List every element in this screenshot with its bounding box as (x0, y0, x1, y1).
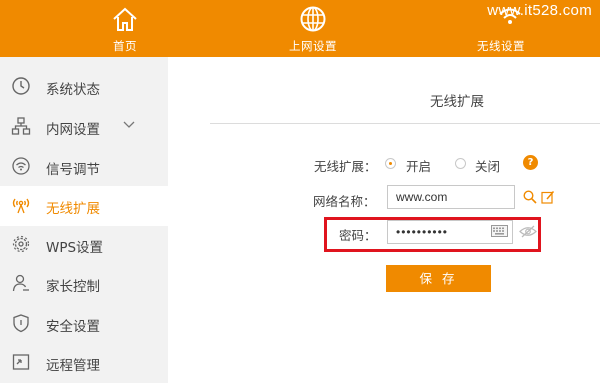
user-icon (12, 274, 29, 292)
sidebar-item-security-settings[interactable]: 安全设置 (0, 304, 168, 344)
sidebar: 系统状态 内网设置 信号调节 无线扩展 WPS设置 家长控制 安全设置 远程管理 (0, 57, 168, 383)
extension-off-radio[interactable] (455, 158, 466, 169)
remote-icon (12, 354, 30, 370)
sidebar-item-wps-settings[interactable]: WPS设置 (0, 225, 168, 265)
nav-wireless-label: 无线设置 (477, 39, 525, 53)
keyboard-icon[interactable] (491, 225, 508, 237)
sidebar-item-system-status[interactable]: 系统状态 (0, 67, 168, 107)
signal-icon (12, 157, 30, 175)
nav-home[interactable]: 首页 (65, 0, 185, 57)
main-panel: 无线扩展 无线扩展： 开启 关闭 ? 网络名称： www.com 密码： •••… (168, 57, 600, 383)
gear-icon (12, 235, 30, 253)
sidebar-item-remote-management[interactable]: 远程管理 (0, 343, 168, 383)
wifi-extend-icon (12, 198, 30, 214)
page-title: 无线扩展 (430, 94, 484, 110)
nav-internet-settings[interactable]: 上网设置 (253, 0, 373, 57)
sidebar-item-lan-settings[interactable]: 内网设置 (0, 107, 168, 147)
sidebar-item-label: 内网设置 (46, 122, 100, 138)
title-divider (210, 123, 600, 124)
sidebar-item-parental-control[interactable]: 家长控制 (0, 264, 168, 304)
extension-on-radio[interactable] (385, 158, 396, 169)
globe-icon (300, 6, 326, 32)
sidebar-item-label: WPS设置 (46, 240, 104, 256)
top-nav-bar: 首页 上网设置 无线设置 www.it528.com (0, 0, 600, 57)
shield-icon (13, 314, 29, 333)
extension-off-label: 关闭 (475, 159, 501, 174)
site-watermark: www.it528.com (487, 2, 592, 19)
sidebar-item-wireless-extension[interactable]: 无线扩展 (0, 186, 168, 226)
help-icon[interactable]: ? (523, 155, 538, 170)
sidebar-item-label: 家长控制 (46, 279, 100, 295)
extension-on-label: 开启 (406, 159, 432, 174)
nav-home-label: 首页 (113, 39, 137, 53)
sidebar-item-label: 无线扩展 (46, 201, 100, 217)
extension-label: 无线扩展： (314, 159, 377, 174)
edit-icon[interactable] (541, 190, 555, 204)
password-label: 密码： (339, 228, 377, 243)
sidebar-item-label: 远程管理 (46, 358, 100, 374)
home-icon (113, 7, 137, 31)
sidebar-item-signal-adjust[interactable]: 信号调节 (0, 147, 168, 187)
network-icon (11, 117, 31, 135)
chevron-down-icon[interactable] (123, 121, 135, 129)
eye-hidden-icon[interactable] (519, 225, 537, 238)
clock-icon (12, 77, 30, 95)
ssid-input[interactable]: www.com (387, 185, 515, 209)
sidebar-item-label: 系统状态 (46, 82, 100, 98)
search-icon[interactable] (523, 190, 537, 204)
sidebar-item-label: 安全设置 (46, 319, 100, 335)
sidebar-item-label: 信号调节 (46, 162, 100, 178)
nav-internet-label: 上网设置 (289, 39, 337, 53)
save-button[interactable]: 保 存 (386, 265, 491, 292)
ssid-label: 网络名称： (313, 194, 376, 209)
